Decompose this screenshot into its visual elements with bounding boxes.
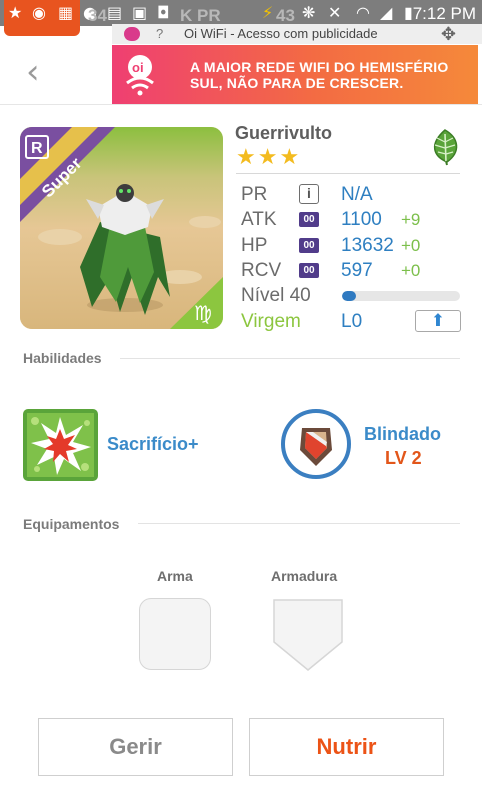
battery-icon: ▮	[404, 3, 413, 22]
star-icon: ★	[257, 145, 278, 170]
passive-skill-level: LV 2	[385, 448, 422, 468]
oi-wifi-logo-icon: oi	[126, 55, 154, 96]
ad-banner[interactable]: oi A MAIOR REDE WIFI DO HEMISFÉRIO SUL, …	[112, 45, 478, 105]
hp-label: HP	[241, 235, 268, 256]
active-skill-name[interactable]: Sacrifício+	[107, 434, 199, 455]
faded-status-text: K PR	[180, 6, 221, 25]
atk-value: 1100	[341, 209, 382, 230]
rcv-bonus: +0	[401, 261, 421, 280]
passive-skill-button[interactable]	[280, 408, 352, 480]
armor-slot-shield-icon[interactable]	[272, 598, 344, 672]
section-divider	[138, 523, 460, 524]
instagram-icon: ◘	[157, 3, 170, 22]
status-bar: ★ ◉ ▦ ● ▤ ▣ ◘ 34 K PR ⚡ 43 ❋ ✕ ◠ ◢ ▮ 7:1…	[0, 0, 482, 36]
paw-icon: ❋	[302, 3, 316, 22]
atk-label: ATK	[241, 209, 277, 230]
stat-chip: 00	[299, 212, 319, 227]
wifi-notification-text: Oi WiFi - Acesso com publicidade	[184, 26, 378, 41]
weapon-slot[interactable]	[139, 598, 211, 670]
manage-button[interactable]: Gerir	[38, 718, 233, 776]
equipment-section-title: Equipamentos	[23, 516, 120, 532]
monster-artwork: R Super ♍	[20, 127, 223, 329]
armor-label: Armadura	[271, 568, 338, 584]
move-icon[interactable]: ✥	[441, 24, 456, 45]
grid-icon: ▦	[58, 3, 74, 22]
broadcast-icon: ◉	[32, 3, 46, 22]
faded-status-text: 43	[276, 6, 295, 25]
wifi-notification-bar[interactable]: ? Oi WiFi - Acesso com publicidade ✥	[112, 24, 482, 45]
info-icon[interactable]: i	[299, 184, 319, 204]
explosion-icon	[23, 409, 98, 481]
weapon-label: Arma	[157, 568, 193, 584]
level-progress-fill	[342, 291, 357, 301]
virgo-icon: ♍	[194, 301, 212, 325]
passive-skill-name[interactable]: Blindado	[364, 424, 441, 445]
section-divider	[120, 358, 460, 359]
arrow-up-icon: ⬆	[430, 311, 446, 331]
clock: 7:12 PM	[412, 4, 476, 23]
header-divider	[0, 104, 482, 105]
oi-badge-icon	[124, 27, 140, 41]
rcv-label: RCV	[241, 260, 282, 281]
star-icon: ★	[236, 145, 256, 170]
upgrade-button[interactable]: ⬆	[415, 310, 461, 332]
star-icon: ★	[8, 3, 23, 22]
faded-status-text: 34	[88, 6, 107, 25]
message-icon: ▤	[107, 3, 123, 22]
hp-bonus: +0	[401, 236, 421, 255]
rcv-value: 597	[341, 260, 373, 281]
pr-label: PR	[241, 184, 268, 205]
feed-button[interactable]: Nutrir	[249, 718, 444, 776]
stat-chip: 00	[299, 238, 319, 253]
stat-chip: 00	[299, 263, 319, 278]
zodiac-label: Virgem	[241, 311, 301, 332]
help-icon[interactable]: ?	[156, 26, 163, 41]
pr-value: N/A	[341, 184, 373, 205]
bolt-icon: ⚡	[262, 3, 274, 22]
atk-bonus: +9	[401, 210, 421, 229]
leaf-icon	[434, 129, 458, 166]
skills-section-title: Habilidades	[23, 350, 102, 366]
mute-icon: ✕	[328, 3, 342, 22]
shield-icon	[281, 409, 351, 479]
stats-divider	[236, 173, 460, 174]
rank-badge: R	[31, 140, 43, 157]
level-label: Nível 40	[241, 285, 311, 306]
active-skill-button[interactable]	[23, 409, 98, 481]
signal-icon: ◢	[380, 3, 393, 22]
back-button[interactable]: ‹	[26, 54, 56, 94]
image-icon: ▣	[132, 3, 148, 22]
limit-break-value: L0	[341, 311, 363, 332]
star-rating: ★★★	[236, 147, 301, 169]
star-icon: ★	[279, 145, 300, 170]
ad-text: A MAIOR REDE WIFI DO HEMISFÉRIO SUL, NÃO…	[190, 59, 449, 91]
monster-portrait[interactable]: R Super ♍	[20, 127, 223, 329]
svg-text:oi: oi	[132, 60, 144, 75]
chevron-left-icon: ‹	[26, 52, 40, 92]
hp-value: 13632	[341, 235, 394, 256]
wifi-icon: ◠	[356, 3, 370, 22]
level-progress-bar	[342, 291, 460, 301]
monster-name: Guerrivulto	[235, 123, 333, 143]
